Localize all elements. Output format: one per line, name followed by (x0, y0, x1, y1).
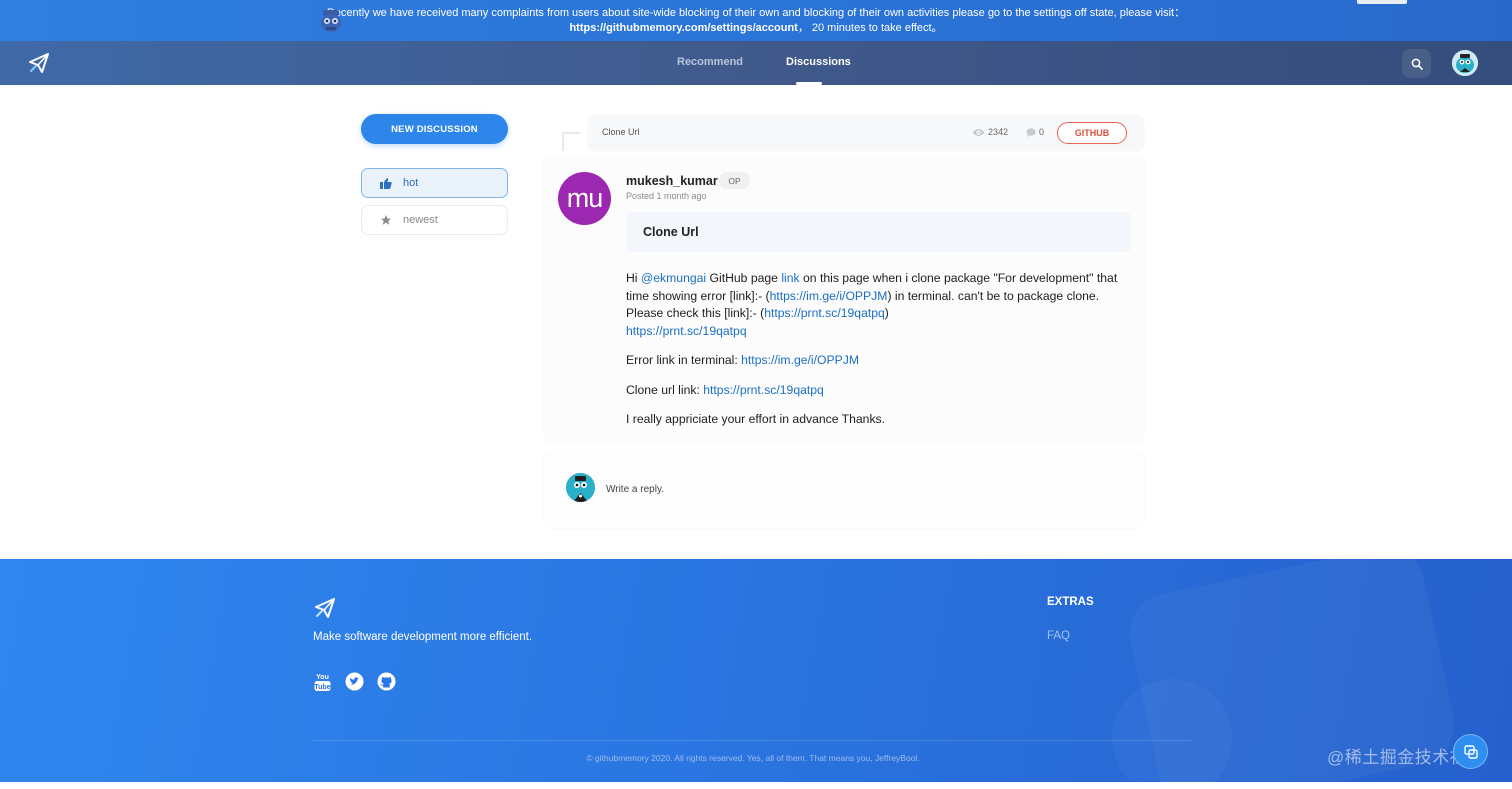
post-body: Hi @ekmungai GitHub page link on this pa… (626, 270, 1131, 440)
user-avatar-icon (566, 473, 595, 502)
reply-user-avatar (566, 473, 595, 502)
post-title: Clone Url (626, 212, 1131, 252)
clone-url-link[interactable]: https://prnt.sc/19qatpq (703, 383, 824, 397)
new-discussion-button[interactable]: NEW DISCUSSION (361, 114, 508, 144)
extras-heading: EXTRAS (1047, 596, 1094, 608)
search-icon (1411, 58, 1423, 70)
post-paragraph-4: I really appriciate your effort in advan… (626, 411, 886, 426)
user-avatar-button[interactable] (1452, 50, 1478, 76)
banner-settings-link[interactable]: https://githubmemory.com/settings/accoun… (569, 22, 797, 34)
copyright-text: © githubmemory 2020. All rights reserved… (586, 753, 920, 763)
view-count: 2342 (972, 127, 1008, 137)
paper-plane-logo-icon[interactable] (28, 52, 50, 74)
tab-discussions[interactable]: Discussions (786, 56, 851, 68)
post-paragraph-3: Clone url link: https://prnt.sc/19qatpq (626, 382, 824, 397)
tab-recommend[interactable]: Recommend (677, 56, 743, 68)
reply-placeholder: Write a reply. (606, 484, 664, 495)
filter-hot-label: hot (403, 177, 419, 189)
screenshot-link[interactable]: https://prnt.sc/19qatpq (764, 306, 885, 320)
op-badge: OP (719, 172, 750, 189)
comment-count: 0 (1026, 127, 1044, 137)
screenshot-link-2[interactable]: https://prnt.sc/19qatpq (626, 324, 747, 338)
github-icon[interactable] (377, 672, 396, 691)
chat-icon (1463, 744, 1478, 759)
corner-tag (1357, 0, 1407, 4)
thread-header-bar: Clone Url 2342 0 GITHUB (588, 115, 1144, 150)
filter-newest-label: newest (403, 214, 438, 226)
paper-plane-logo-icon[interactable] (314, 597, 336, 619)
announcement-banner: Recently we have received many complaint… (0, 0, 1512, 41)
filter-newest[interactable]: newest (361, 205, 508, 235)
faq-link[interactable]: FAQ (1047, 630, 1070, 642)
eye-icon (972, 128, 985, 136)
post-card: mu mukesh_kumar OP Posted 1 month ago Cl… (544, 157, 1144, 441)
mascot-icon (321, 10, 341, 32)
post-paragraph-2: Error link in terminal: https://im.ge/i/… (626, 353, 859, 368)
star-icon (379, 213, 393, 227)
terminal-error-link[interactable]: https://im.ge/i/OPPJM (741, 353, 859, 367)
footer: Make software development more efficient… (0, 559, 1512, 782)
hot-icon (379, 176, 393, 190)
footer-divider (313, 740, 1193, 741)
github-button[interactable]: GITHUB (1057, 122, 1127, 144)
author-name[interactable]: mukesh_kumar (626, 174, 718, 188)
banner-line1: Recently we have received many complaint… (326, 7, 1186, 19)
user-avatar-icon (1452, 50, 1478, 76)
filter-hot[interactable]: hot (361, 168, 508, 198)
error-image-link[interactable]: https://im.ge/i/OPPJM (770, 289, 888, 303)
svg-text:Tube: Tube (314, 684, 330, 691)
mention-link[interactable]: @ekmungai (641, 271, 706, 285)
twitter-icon[interactable] (345, 672, 364, 691)
thread-title: Clone Url (602, 127, 640, 137)
author-avatar[interactable]: mu (558, 172, 611, 225)
view-count-value: 2342 (988, 127, 1009, 137)
comment-count-value: 0 (1039, 127, 1045, 137)
search-button[interactable] (1402, 49, 1431, 78)
comment-icon (1026, 127, 1036, 137)
banner-line2-rest: ， 20 minutes to take effect。 (797, 21, 943, 34)
post-paragraph-1: Hi @ekmungai GitHub page link on this pa… (626, 271, 1118, 338)
top-nav: Recommend Discussions (0, 41, 1512, 85)
svg-text:You: You (316, 674, 329, 681)
floating-action-button[interactable] (1453, 734, 1488, 769)
footer-tagline: Make software development more efficient… (313, 631, 533, 643)
posted-time: Posted 1 month ago (626, 191, 707, 201)
github-page-link[interactable]: link (781, 271, 799, 285)
reply-box[interactable]: Write a reply. (544, 451, 1144, 528)
active-tab-indicator (796, 82, 822, 85)
thread-connector-line (562, 132, 580, 151)
youtube-icon[interactable]: You Tube (313, 672, 332, 691)
